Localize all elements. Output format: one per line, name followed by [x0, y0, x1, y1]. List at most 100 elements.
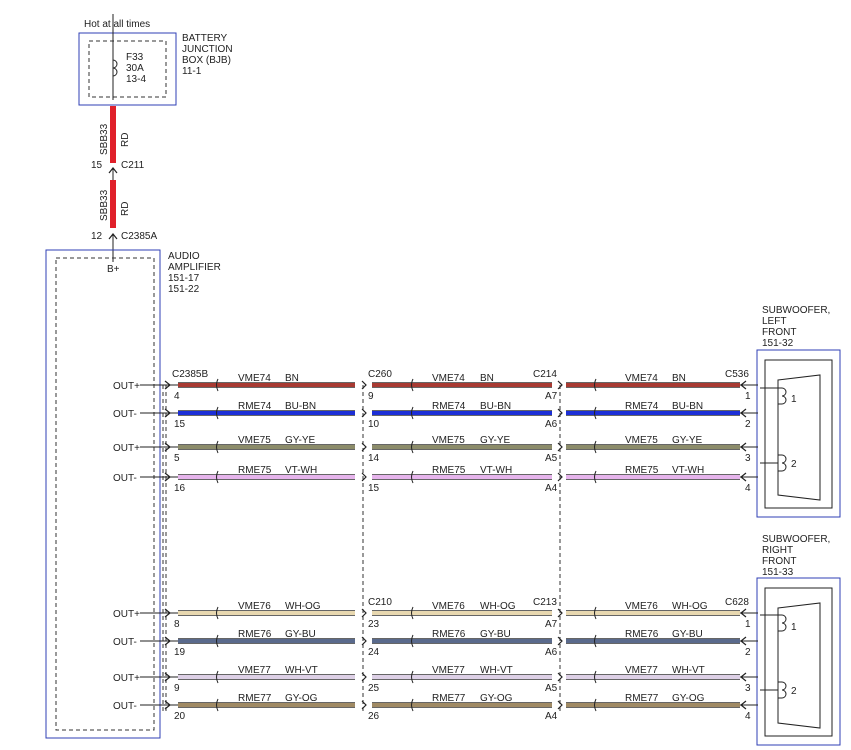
- fuse-rating: 30A: [126, 63, 144, 74]
- pin-label: 20: [174, 711, 186, 722]
- connector-arrow-icon: [361, 672, 367, 682]
- coil-4-label: 2: [791, 686, 797, 697]
- coil-2-label: 2: [791, 459, 797, 470]
- pin-label: 1: [745, 619, 751, 630]
- amp-output-label: OUT-: [113, 701, 137, 712]
- wire-circuit-label: VME77: [625, 665, 658, 676]
- sub-right-title-4: 151-33: [762, 567, 794, 578]
- coil-2-icon: [778, 454, 787, 472]
- pin-label: 4: [174, 391, 180, 402]
- pin-label: 2: [745, 419, 751, 430]
- pin-label: 4: [745, 483, 751, 494]
- coil-3-icon: [778, 614, 787, 632]
- wire-top-pin: 15: [91, 160, 103, 171]
- wire-top-connector: C211: [121, 160, 145, 171]
- amp-output-label: OUT+: [113, 673, 140, 684]
- pin-label: A5: [545, 683, 558, 694]
- amplifier-bplus-label: B+: [107, 264, 120, 275]
- wire-color-code: GY-OG: [285, 693, 318, 704]
- connector-label: C2385B: [172, 369, 208, 380]
- wire-circuit-label: RME74: [625, 401, 659, 412]
- sub-right-title-2: RIGHT: [762, 545, 793, 556]
- pin-label: 16: [174, 483, 186, 494]
- wire-mid-circuit: SBB33: [99, 189, 110, 221]
- wire-circuit-label: RME75: [625, 465, 659, 476]
- pin-label: 15: [368, 483, 380, 494]
- wire-circuit-label: VME74: [238, 373, 271, 384]
- pin-label: 4: [745, 711, 751, 722]
- pin-label: 9: [174, 683, 180, 694]
- connector-label: C210: [368, 597, 392, 608]
- sub-left-title-1: SUBWOOFER,: [762, 305, 830, 316]
- wire-circuit-label: RME76: [432, 629, 466, 640]
- connector-label: C260: [368, 369, 392, 380]
- pin-label: 19: [174, 647, 186, 658]
- wire-circuit-label: VME75: [238, 435, 271, 446]
- pin-label: A5: [545, 453, 558, 464]
- wire-mid-connector: C2385A: [121, 231, 157, 242]
- pin-label: 8: [174, 619, 180, 630]
- wire-color-code: GY-BU: [672, 629, 703, 640]
- pin-label: 2: [745, 647, 751, 658]
- wire-circuit-label: RME74: [432, 401, 466, 412]
- amplifier-title-3: 151-17: [168, 273, 200, 284]
- amplifier-inner-box: [55, 257, 155, 731]
- connector-arrow-icon: [557, 700, 563, 710]
- wire-top-circuit: SBB33: [99, 123, 110, 155]
- wire-color-code: VT-WH: [285, 465, 317, 476]
- pin-label: 25: [368, 683, 380, 694]
- hot-at-all-times-label: Hot at all times: [84, 19, 150, 30]
- speaker-cone-left: [777, 374, 821, 501]
- wire-color-code: GY-YE: [480, 435, 511, 446]
- wire-color-code: WH-OG: [285, 601, 321, 612]
- wire-color-code: GY-YE: [672, 435, 703, 446]
- wire-color-code: BU-BN: [672, 401, 703, 412]
- bjb-title-2: JUNCTION: [182, 44, 233, 55]
- pin-label: 1: [745, 391, 751, 402]
- wire-color-code: WH-OG: [672, 601, 708, 612]
- connector-arrow-icon: [557, 672, 563, 682]
- wire-color-code: WH-OG: [480, 601, 516, 612]
- bjb-title-4: 11-1: [182, 66, 202, 77]
- wire-circuit-label: VME77: [238, 665, 271, 676]
- wire-circuit-label: RME76: [238, 629, 272, 640]
- sub-left-title-3: FRONT: [762, 327, 796, 338]
- coil-4-icon: [778, 681, 787, 699]
- amp-output-label: OUT+: [113, 609, 140, 620]
- sub-left-inner-box: [764, 359, 833, 509]
- wire-circuit-label: RME77: [625, 693, 659, 704]
- wire-color-code: BU-BN: [480, 401, 511, 412]
- amplifier-title-2: AMPLIFIER: [168, 262, 221, 273]
- wire-circuit-label: VME75: [625, 435, 658, 446]
- amp-output-label: OUT-: [113, 409, 137, 420]
- wire-color-code: BN: [285, 373, 299, 384]
- pin-label: A4: [545, 483, 558, 494]
- sub-right-box: [756, 577, 841, 746]
- connector-arrow-icon: [557, 442, 563, 452]
- amp-output-label: OUT+: [113, 381, 140, 392]
- sub-right-title-3: FRONT: [762, 556, 796, 567]
- wire-mid-code: RD: [120, 202, 131, 216]
- connector-label: C536: [725, 369, 749, 380]
- coil-1-label: 1: [791, 394, 797, 405]
- amp-output-label: OUT-: [113, 637, 137, 648]
- pin-label: 9: [368, 391, 374, 402]
- pin-label: A6: [545, 647, 558, 658]
- wire-color-code: WH-VT: [672, 665, 705, 676]
- speaker-cone-right: [777, 602, 821, 729]
- sub-left-title-2: LEFT: [762, 316, 786, 327]
- wire-color-code: GY-OG: [672, 693, 705, 704]
- wiring-diagram: Hot at all times F33 30A 13-4 BATTERY JU…: [45, 14, 841, 746]
- pin-label: 5: [174, 453, 180, 464]
- wire-circuit-label: RME74: [238, 401, 272, 412]
- sub-left-title-4: 151-32: [762, 338, 794, 349]
- pin-label: 3: [745, 453, 751, 464]
- coil-1-icon: [778, 387, 787, 405]
- connector-arrow-icon: [361, 442, 367, 452]
- wire-circuit-label: RME75: [432, 465, 466, 476]
- wire-mid-pin: 12: [91, 231, 103, 242]
- sub-right-inner-box: [764, 587, 833, 737]
- sub-left-box: [756, 349, 841, 518]
- pin-label: A6: [545, 419, 558, 430]
- pin-label: A7: [545, 391, 558, 402]
